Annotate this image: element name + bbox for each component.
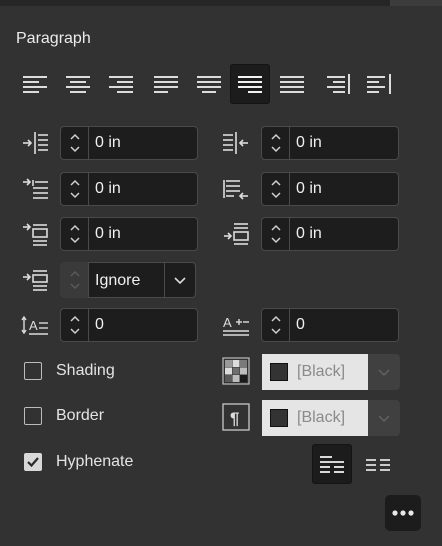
space-before-icon xyxy=(20,219,50,249)
swatches-icon xyxy=(222,357,250,385)
span-columns-icon xyxy=(320,456,344,473)
shading-label: Shading xyxy=(56,362,115,379)
justify-center-button[interactable] xyxy=(189,64,229,104)
space-after-stepper[interactable]: 0 in xyxy=(261,217,399,251)
left-indent-spinner[interactable] xyxy=(60,126,88,160)
drop-cap-lines-spinner[interactable] xyxy=(60,308,88,342)
align-right-icon xyxy=(109,76,133,93)
right-indent-stepper[interactable]: 0 in xyxy=(261,126,399,160)
align-left-icon xyxy=(23,76,47,93)
first-line-indent-field[interactable]: 0 in xyxy=(88,172,198,206)
drop-cap-characters-stepper[interactable]: 0 xyxy=(261,308,399,342)
shading-checkbox-row[interactable]: Shading xyxy=(24,362,115,380)
checkmark-icon xyxy=(27,457,39,468)
chevron-down-icon xyxy=(174,277,186,285)
more-options-button[interactable] xyxy=(385,495,421,531)
space-before-stepper[interactable]: 0 in xyxy=(60,217,198,251)
panel-top-edge xyxy=(0,0,442,6)
right-indent-icon xyxy=(221,128,251,158)
last-line-right-indent-field[interactable]: 0 in xyxy=(289,172,399,206)
last-line-right-indent-stepper[interactable]: 0 in xyxy=(261,172,399,206)
justify-right-button[interactable] xyxy=(230,64,270,104)
align-away-from-spine-icon xyxy=(367,74,391,94)
split-columns-icon xyxy=(366,459,390,471)
svg-text:¶: ¶ xyxy=(230,409,239,428)
shading-checkbox[interactable] xyxy=(24,362,42,380)
svg-text:A: A xyxy=(29,318,38,333)
align-left-button[interactable] xyxy=(15,64,55,104)
border-checkbox[interactable] xyxy=(24,407,42,425)
align-away-from-spine-button[interactable] xyxy=(359,64,399,104)
shading-color-name: [Black] xyxy=(297,363,346,380)
last-line-right-indent-icon xyxy=(221,174,251,204)
shading-color-chip xyxy=(270,363,288,381)
shading-color-select[interactable]: [Black] xyxy=(262,354,400,390)
align-right-button[interactable] xyxy=(101,64,141,104)
drop-cap-characters-icon: A xyxy=(221,311,251,341)
justify-right-icon xyxy=(238,76,262,93)
panel-title: Paragraph xyxy=(16,30,91,47)
border-color-chip xyxy=(270,409,288,427)
space-after-field[interactable]: 0 in xyxy=(289,217,399,251)
border-color-select[interactable]: [Black] xyxy=(262,400,400,436)
border-label: Border xyxy=(56,407,105,424)
justify-left-button[interactable] xyxy=(146,64,186,104)
space-between-paragraphs-spinner xyxy=(60,262,88,298)
drop-cap-lines-icon: A xyxy=(20,311,50,341)
border-color-name: [Black] xyxy=(297,409,346,426)
ellipsis-icon xyxy=(392,510,414,516)
align-center-button[interactable] xyxy=(58,64,98,104)
space-before-field[interactable]: 0 in xyxy=(88,217,198,251)
right-indent-spinner[interactable] xyxy=(261,126,289,160)
border-color-dropdown[interactable] xyxy=(368,400,400,436)
paragraph-border-icon: ¶ xyxy=(222,403,250,431)
space-between-paragraphs-icon xyxy=(20,265,50,295)
shading-color-dropdown[interactable] xyxy=(368,354,400,390)
space-after-spinner[interactable] xyxy=(261,217,289,251)
align-towards-spine-icon xyxy=(327,74,350,94)
hyphenate-checkbox[interactable] xyxy=(24,453,42,471)
drop-cap-lines-stepper[interactable]: 0 xyxy=(60,308,198,342)
justify-all-button[interactable] xyxy=(272,64,312,104)
drop-cap-lines-field[interactable]: 0 xyxy=(88,308,198,342)
justify-left-icon xyxy=(154,76,178,93)
panel-tab-edge xyxy=(390,0,442,6)
drop-cap-characters-field[interactable]: 0 xyxy=(289,308,399,342)
border-settings-button[interactable]: ¶ xyxy=(221,402,251,432)
shading-swatches-button[interactable] xyxy=(221,356,251,386)
chevron-down-icon xyxy=(378,369,390,377)
span-columns-button[interactable] xyxy=(312,444,352,484)
align-center-icon xyxy=(66,76,90,93)
space-before-spinner[interactable] xyxy=(60,217,88,251)
justify-center-icon xyxy=(197,76,221,93)
last-line-right-indent-spinner[interactable] xyxy=(261,172,289,206)
first-line-indent-stepper[interactable]: 0 in xyxy=(60,172,198,206)
space-between-paragraphs-dropdown[interactable] xyxy=(164,262,196,298)
border-color-field[interactable]: [Black] xyxy=(262,400,368,436)
right-indent-field[interactable]: 0 in xyxy=(289,126,399,160)
align-towards-spine-button[interactable] xyxy=(317,64,357,104)
first-line-indent-spinner[interactable] xyxy=(60,172,88,206)
space-between-paragraphs-select[interactable]: Ignore xyxy=(88,262,164,298)
space-between-paragraphs-control[interactable]: Ignore xyxy=(60,262,196,298)
border-checkbox-row[interactable]: Border xyxy=(24,407,104,425)
space-after-icon xyxy=(221,219,251,249)
chevron-down-icon xyxy=(378,415,390,423)
drop-cap-characters-spinner[interactable] xyxy=(261,308,289,342)
svg-text:A: A xyxy=(223,315,232,330)
left-indent-icon xyxy=(20,128,50,158)
shading-color-field[interactable]: [Black] xyxy=(262,354,368,390)
left-indent-field[interactable]: 0 in xyxy=(88,126,198,160)
hyphenate-checkbox-row[interactable]: Hyphenate xyxy=(24,453,133,471)
hyphenate-label: Hyphenate xyxy=(56,453,134,470)
first-line-indent-icon xyxy=(20,174,50,204)
left-indent-stepper[interactable]: 0 in xyxy=(60,126,198,160)
split-columns-button[interactable] xyxy=(358,444,398,484)
justify-all-icon xyxy=(280,76,304,93)
